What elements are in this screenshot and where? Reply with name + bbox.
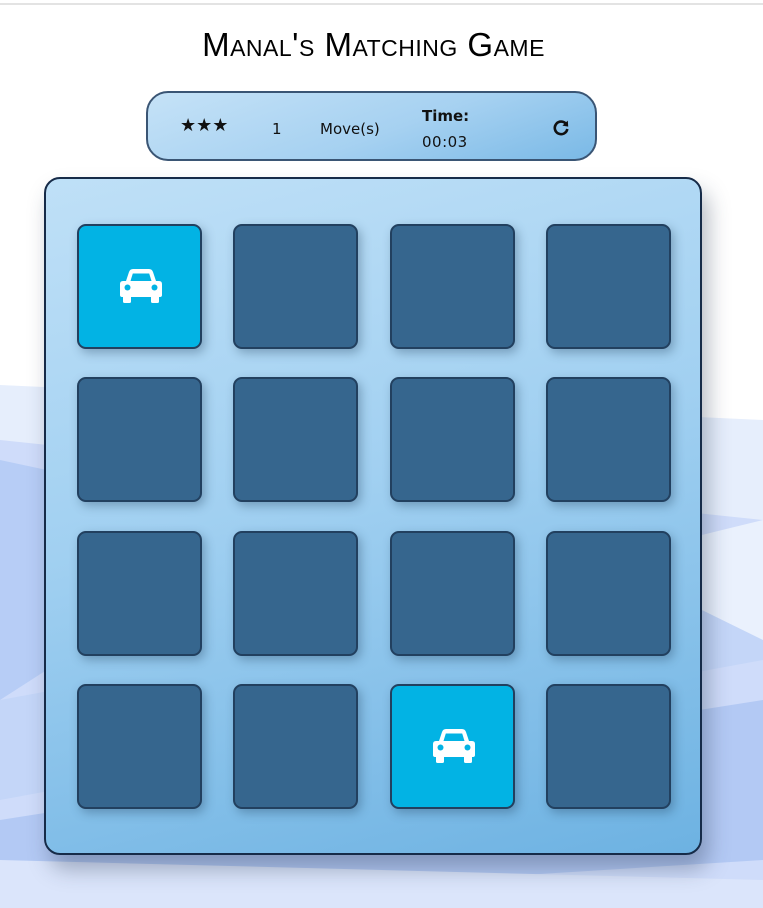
car-icon: [120, 269, 162, 303]
moves-label: Move(s): [320, 120, 380, 138]
restart-button[interactable]: [551, 118, 571, 138]
card-deck: [44, 177, 702, 855]
card[interactable]: [233, 684, 358, 809]
restart-icon: [553, 120, 569, 136]
card[interactable]: [77, 224, 202, 349]
timer-value: 00:03: [422, 133, 468, 151]
card[interactable]: [77, 531, 202, 656]
card[interactable]: [77, 684, 202, 809]
card[interactable]: [233, 531, 358, 656]
card[interactable]: [390, 224, 515, 349]
card[interactable]: [546, 531, 671, 656]
star-icon: ★: [196, 115, 213, 136]
top-divider: [0, 3, 763, 5]
moves-count: 1: [272, 120, 282, 138]
card[interactable]: [390, 684, 515, 809]
card[interactable]: [77, 377, 202, 502]
card[interactable]: [233, 377, 358, 502]
card[interactable]: [546, 224, 671, 349]
card[interactable]: [390, 531, 515, 656]
score-panel: ★ ★ ★ 1 Move(s) Time: 00:03: [146, 91, 597, 161]
star-rating: ★ ★ ★: [180, 117, 228, 135]
car-icon: [433, 729, 475, 763]
time-label: Time:: [422, 107, 470, 125]
card[interactable]: [233, 224, 358, 349]
star-icon: ★: [180, 115, 197, 136]
card[interactable]: [546, 377, 671, 502]
game-page: Manal's Matching Game ★ ★ ★ 1 Move(s) Ti…: [0, 0, 763, 908]
page-title: Manal's Matching Game: [202, 26, 545, 63]
card[interactable]: [546, 684, 671, 809]
card[interactable]: [390, 377, 515, 502]
star-icon: ★: [212, 115, 229, 136]
